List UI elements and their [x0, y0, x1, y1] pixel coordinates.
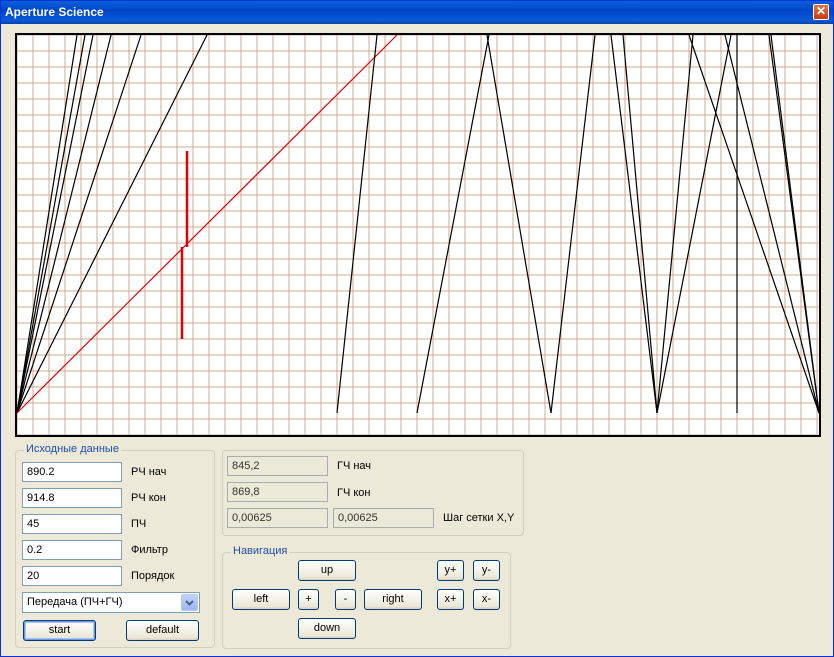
if-field[interactable]: 45 [22, 514, 122, 534]
rf-start-field[interactable]: 890.2 [22, 462, 122, 482]
start-button[interactable]: start [23, 620, 96, 641]
grid-step-label: Шаг сетки X,Y [443, 512, 515, 524]
x-plus-button[interactable]: x+ [437, 589, 464, 610]
order-field[interactable]: 20 [22, 566, 122, 586]
pan-left-button[interactable]: left [232, 589, 290, 610]
zoom-in-button[interactable]: + [298, 589, 319, 610]
chevron-down-icon[interactable] [181, 594, 198, 611]
zoom-out-button[interactable]: - [335, 589, 356, 610]
title-bar[interactable]: Aperture Science ✕ [1, 1, 833, 24]
close-icon[interactable]: ✕ [813, 4, 829, 20]
x-minus-button[interactable]: x- [473, 589, 500, 610]
app-window: Aperture Science ✕ Исходные данные 890.2… [0, 0, 834, 657]
plot-background [15, 33, 821, 437]
window-title: Aperture Science [5, 5, 104, 19]
lo-end-field: 869,8 [227, 482, 328, 502]
pan-down-button[interactable]: down [298, 618, 356, 639]
navigation-title: Навигация [231, 545, 290, 557]
mode-select-value: Передача (ПЧ+ГЧ) [27, 596, 123, 608]
rf-end-field[interactable]: 914.8 [22, 488, 122, 508]
y-plus-button[interactable]: y+ [437, 560, 464, 581]
mode-select[interactable]: Передача (ПЧ+ГЧ) [22, 592, 200, 613]
order-label: Порядок [131, 570, 175, 582]
lo-end-label: ГЧ кон [337, 487, 371, 499]
grid-step-y-field: 0,00625 [333, 508, 434, 528]
lo-start-label: ГЧ нач [337, 460, 372, 472]
if-label: ПЧ [131, 518, 147, 530]
spur-chart [15, 33, 821, 437]
pan-right-button[interactable]: right [364, 589, 422, 610]
grid-step-x-field: 0,00625 [227, 508, 328, 528]
rf-start-label: РЧ нач [131, 466, 167, 478]
default-button[interactable]: default [126, 620, 199, 641]
filter-field[interactable]: 0.2 [22, 540, 122, 560]
filter-label: Фильтр [131, 544, 168, 556]
source-data-title: Исходные данные [24, 443, 121, 455]
pan-up-button[interactable]: up [298, 560, 356, 581]
lo-start-field: 845,2 [227, 456, 328, 476]
y-minus-button[interactable]: y- [473, 560, 500, 581]
rf-end-label: РЧ кон [131, 492, 166, 504]
